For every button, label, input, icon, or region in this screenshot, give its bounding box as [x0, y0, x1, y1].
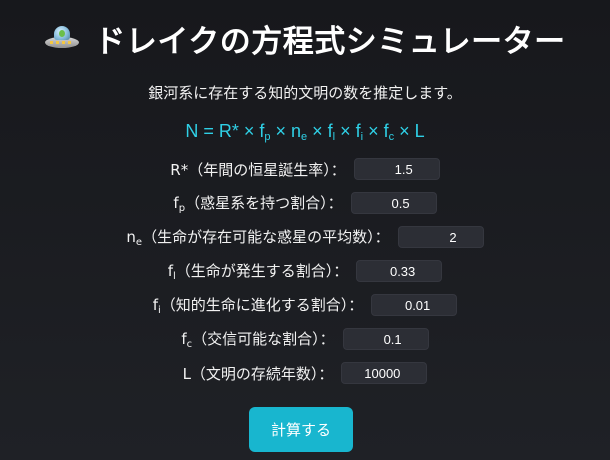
- param-label-fc: fc（交信可能な割合）：: [181, 328, 334, 350]
- param-row-fc: fc（交信可能な割合）：: [0, 327, 610, 351]
- param-row-fi: fi（知的生命に進化する割合）：: [0, 293, 610, 317]
- fp-input[interactable]: [350, 192, 437, 214]
- label-rest: （知的生命に進化する割合）：: [160, 296, 364, 314]
- equation-part: × f: [307, 121, 333, 141]
- param-label-L: L（文明の存続年数）：: [182, 364, 334, 383]
- param-label-fi: fi（知的生命に進化する割合）：: [153, 294, 364, 316]
- fi-input[interactable]: [371, 294, 458, 316]
- ufo-icon: [44, 24, 80, 54]
- header: ドレイクの方程式シミュレーター: [0, 16, 610, 61]
- param-label-rstar: R*（年間の恒星誕生率）：: [170, 160, 346, 179]
- label-rest: （生命が存在可能な惑星の平均数）：: [142, 228, 390, 246]
- ne-input[interactable]: [397, 226, 484, 248]
- param-row-fl: fl（生命が発生する割合）：: [0, 259, 610, 283]
- calculate-button[interactable]: 計算する: [249, 407, 353, 452]
- fl-input[interactable]: [356, 260, 443, 282]
- param-row-fp: fp（惑星系を持つ割合）：: [0, 191, 610, 215]
- param-row-ne: ne（生命が存在可能な惑星の平均数）：: [0, 225, 610, 249]
- equation-part: × n: [270, 121, 302, 141]
- label-rest: （交信可能な割合）：: [192, 330, 335, 348]
- L-input[interactable]: [341, 362, 428, 384]
- equation-part: × L: [394, 121, 425, 141]
- label-rest: （惑星系を持つ割合）：: [185, 194, 343, 212]
- equation-part: N = R* × f: [185, 121, 265, 141]
- fc-input[interactable]: [342, 328, 429, 350]
- param-row-L: L（文明の存続年数）：: [0, 361, 610, 385]
- page-title: ドレイクの方程式シミュレーター: [94, 24, 566, 60]
- param-row-rstar: R*（年間の恒星誕生率）：: [0, 157, 610, 181]
- param-label-fl: fl（生命が発生する割合）：: [168, 260, 349, 282]
- param-label-fp: fp（惑星系を持つ割合）：: [173, 192, 342, 214]
- description-text: 銀河系に存在する知的文明の数を推定します。: [148, 84, 462, 102]
- equation-part: × f: [363, 121, 389, 141]
- label-base: n: [126, 228, 136, 246]
- param-label-ne: ne（生命が存在可能な惑星の平均数）：: [126, 226, 389, 248]
- drake-equation: N = R* × fp × ne × fl × fi × fc × L: [0, 121, 610, 143]
- equation-part: × f: [335, 121, 361, 141]
- simulator-page: ドレイクの方程式シミュレーター 銀河系に存在する知的文明の数を推定します。 N …: [0, 0, 610, 460]
- label-rest: （生命が発生する割合）：: [175, 262, 349, 280]
- rstar-input[interactable]: [353, 158, 440, 180]
